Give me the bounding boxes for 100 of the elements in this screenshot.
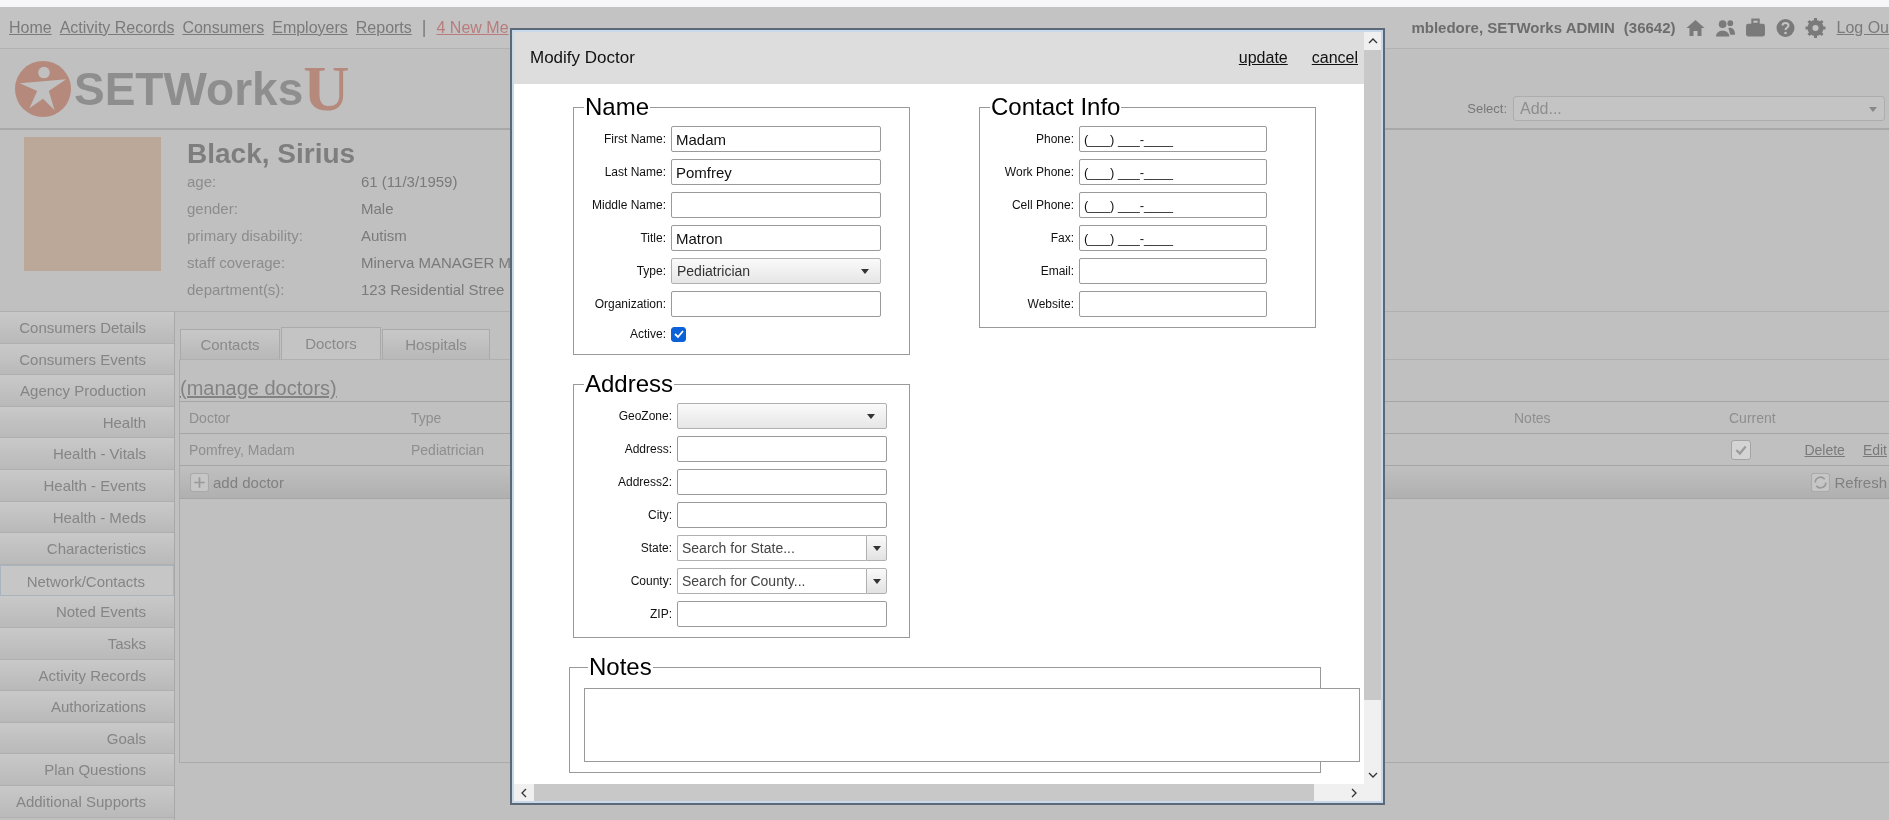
chevron-right-icon <box>1351 787 1357 798</box>
input-field[interactable]: (___) ___-____ <box>1079 159 1267 185</box>
sidebar-item[interactable]: Health - Meds <box>0 501 174 534</box>
plus-icon <box>190 472 209 492</box>
search-field[interactable]: Search for State... <box>677 535 866 561</box>
sidebar-item[interactable]: Consumers Details <box>0 312 174 344</box>
field-label: Cell Phone: <box>1010 198 1074 212</box>
field-label: GeoZone: <box>617 409 672 423</box>
field-label: Work Phone: <box>1003 165 1074 179</box>
section-title: Contact Info <box>990 96 1122 118</box>
nav-link[interactable]: Activity Records <box>59 18 175 37</box>
row-action-link[interactable]: Delete <box>1804 441 1845 458</box>
nav-link[interactable]: Employers <box>272 18 348 37</box>
user-name: mbledore, SETWorks ADMIN <box>1411 19 1615 36</box>
dropdown[interactable] <box>677 403 887 429</box>
separator: | <box>421 17 427 38</box>
caret-icon <box>871 577 882 585</box>
search-field[interactable]: Search for County... <box>677 568 866 594</box>
input-field[interactable]: (___) ___-____ <box>1079 225 1267 251</box>
sidebar-item[interactable]: Plan Questions <box>0 754 174 786</box>
input-field[interactable]: (___) ___-____ <box>1079 192 1267 218</box>
sidebar-item[interactable]: Noted Events <box>0 596 174 628</box>
field-label: County: <box>629 574 672 588</box>
field-label: Organization: <box>593 297 666 311</box>
settings-icon <box>1804 17 1826 38</box>
dropdown[interactable]: Pediatrician <box>671 258 881 284</box>
section-title: Address <box>584 373 675 395</box>
field-label: Middle Name: <box>590 198 666 212</box>
chevron-left-icon <box>521 787 527 798</box>
info-value: Autism <box>361 226 408 246</box>
sidebar-item[interactable]: Health <box>0 406 174 439</box>
field-label: Last Name: <box>603 165 666 179</box>
input-field[interactable] <box>1079 291 1267 317</box>
manage-link[interactable]: (manage doctors) <box>180 375 337 401</box>
info-value: 61 (11/3/1959) <box>361 172 459 192</box>
sidebar-item[interactable]: Health - Vitals <box>0 438 174 470</box>
caret-icon <box>866 412 876 420</box>
tab[interactable]: Hospitals <box>382 329 490 359</box>
checkbox[interactable] <box>671 326 686 342</box>
briefcase-icon <box>1744 17 1766 38</box>
info-value: Male <box>361 199 395 219</box>
user-id: (36642) <box>1623 19 1676 36</box>
section-title: Name <box>584 96 651 118</box>
tab[interactable]: Doctors <box>281 327 381 359</box>
nav-link[interactable]: Reports <box>355 18 412 37</box>
info-value: 123 Residential Stree <box>361 280 506 300</box>
field-label: Email: <box>1039 264 1074 278</box>
sidebar-item[interactable]: Additional Supports <box>0 785 174 818</box>
input-field[interactable] <box>671 291 881 317</box>
nav-link[interactable]: Consumers <box>182 18 265 37</box>
logo-letter: U <box>303 56 350 121</box>
sidebar-item[interactable]: Authorizations <box>0 691 174 723</box>
sidebar-item[interactable]: Goals <box>0 722 174 755</box>
section-title: Notes <box>588 656 653 678</box>
sidebar-item[interactable]: Characteristics <box>0 533 174 565</box>
logout-link[interactable]: Log Ou <box>1836 18 1889 37</box>
sidebar-item[interactable]: Tasks <box>0 627 174 660</box>
sidebar-item[interactable]: Activity Records <box>0 659 174 692</box>
refresh-button[interactable]: Refresh <box>1811 472 1887 492</box>
refresh-icon <box>1811 472 1831 492</box>
logo-icon <box>14 59 72 118</box>
field-label: First Name: <box>603 132 666 146</box>
input-field[interactable]: (___) ___-____ <box>1079 126 1267 152</box>
field-label: Fax: <box>1049 231 1074 245</box>
input-field[interactable]: Madam <box>671 126 881 152</box>
person-name: Black, Sirius <box>187 137 357 171</box>
field-label: ZIP: <box>649 607 672 621</box>
caret-icon <box>860 267 870 275</box>
field-label: Active: <box>629 327 666 341</box>
nav-link[interactable]: Home <box>9 18 52 37</box>
add-button[interactable]: add doctor <box>190 472 284 492</box>
field-label: Address: <box>623 442 672 456</box>
chevron-down-icon <box>1367 772 1378 778</box>
sidebar-item[interactable]: Network/Contacts <box>0 564 174 597</box>
field-label: Phone: <box>1034 132 1074 146</box>
messages-link[interactable]: 4 New Me <box>436 18 509 37</box>
field-label: Address2: <box>616 475 672 489</box>
sidebar-item[interactable]: Health - Events <box>0 469 174 502</box>
sidebar-item[interactable]: Agency Production <box>0 375 174 407</box>
dialog-action-link[interactable]: cancel <box>1311 49 1358 67</box>
dropdown-button[interactable] <box>866 568 887 594</box>
input-field[interactable] <box>671 192 881 218</box>
input-field[interactable] <box>677 436 887 462</box>
input-field[interactable] <box>677 502 887 528</box>
tab[interactable]: Contacts <box>180 329 280 359</box>
input-field[interactable]: Pomfrey <box>671 159 881 185</box>
info-value: Minerva MANAGER M <box>361 253 512 273</box>
field-label: Website: <box>1026 297 1074 311</box>
field-label: Type: <box>635 264 666 278</box>
notes-field[interactable] <box>584 688 1360 762</box>
input-field[interactable]: Matron <box>671 225 881 251</box>
chevron-up-icon <box>1367 38 1378 44</box>
sidebar-item[interactable]: Consumers Events <box>0 343 174 376</box>
input-field[interactable] <box>677 601 887 627</box>
dialog-action-link[interactable]: update <box>1238 49 1288 67</box>
input-field[interactable] <box>1079 258 1267 284</box>
people-icon <box>1714 17 1736 38</box>
row-action-link[interactable]: Edit <box>1862 441 1887 458</box>
input-field[interactable] <box>677 469 887 495</box>
dropdown-button[interactable] <box>866 535 887 561</box>
